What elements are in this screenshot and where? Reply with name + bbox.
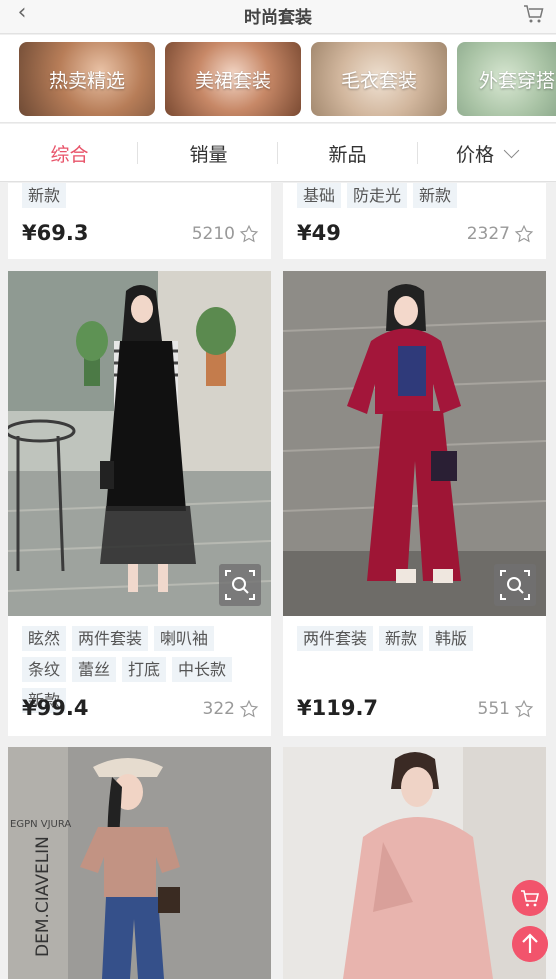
price: ¥119.7 — [297, 696, 379, 720]
page-title: 时尚套装 — [244, 8, 312, 28]
top-bar: ‹ 时尚套装 — [0, 0, 556, 34]
category-label: 热卖精选 — [48, 69, 125, 92]
product-card[interactable]: 基础 防走光 新款 ¥49 2327 — [283, 183, 546, 259]
zoom-search-icon[interactable] — [494, 564, 536, 606]
product-card[interactable]: 新款 ¥69.3 5210 — [8, 183, 271, 259]
tag: 防走光 — [347, 183, 408, 208]
scroll-to-top-button[interactable] — [512, 926, 548, 962]
star-icon[interactable] — [514, 699, 534, 719]
tag: 两件套装 — [297, 626, 374, 651]
product-image[interactable] — [283, 747, 546, 979]
price: ¥49 — [297, 221, 341, 245]
fav-count: 5210 — [192, 224, 259, 244]
tag: 打底 — [122, 657, 167, 682]
tag: 中长款 — [172, 657, 233, 682]
count-value: 2327 — [466, 224, 510, 244]
category-dress-set[interactable]: 美裙套装 — [165, 42, 301, 116]
cart-icon[interactable] — [522, 2, 546, 26]
product-image[interactable] — [8, 271, 271, 616]
tab-label: 新品 — [328, 143, 367, 166]
category-strip: 热卖精选 美裙套装 毛衣套装 外套穿搭 — [0, 35, 556, 123]
tag: 蕾丝 — [72, 657, 117, 682]
category-hot[interactable]: 热卖精选 — [19, 42, 155, 116]
zoom-search-icon[interactable] — [219, 564, 261, 606]
count-value: 551 — [477, 699, 510, 719]
tag: 条纹 — [22, 657, 67, 682]
category-sweater-set[interactable]: 毛衣套装 — [311, 42, 447, 116]
tag: 新款 — [22, 183, 67, 208]
star-icon[interactable] — [239, 699, 259, 719]
product-card[interactable] — [283, 747, 546, 979]
tab-sales[interactable]: 销量 — [139, 124, 278, 182]
count-value: 322 — [202, 699, 235, 719]
price: ¥99.4 — [22, 696, 89, 720]
fav-count: 551 — [478, 699, 534, 719]
tag: 眩然 — [22, 626, 67, 651]
category-label: 美裙套装 — [194, 69, 271, 92]
tab-label: 综合 — [50, 143, 89, 166]
divider — [137, 142, 138, 164]
tab-new[interactable]: 新品 — [278, 124, 417, 182]
product-card[interactable]: DEM.CIAVELIN EGPN VJURA — [8, 747, 271, 979]
tab-price[interactable]: 价格 — [417, 124, 556, 182]
product-card[interactable]: 两件套装 新款 韩版 ¥119.7 551 — [283, 271, 546, 736]
tag: 两件套装 — [72, 626, 149, 651]
tag-list: 基础 防走光 新款 — [297, 183, 536, 208]
sort-tabs: 综合 销量 新品 价格 — [0, 124, 556, 182]
floating-cart-button[interactable] — [512, 880, 548, 916]
category-coat[interactable]: 外套穿搭 — [457, 42, 556, 116]
tab-comprehensive[interactable]: 综合 — [0, 124, 139, 182]
wall-text-b: EGPN VJURA — [10, 819, 71, 830]
photo-jeans-outfit: DEM.CIAVELIN EGPN VJURA — [8, 747, 271, 979]
category-label: 外套穿搭 — [478, 69, 555, 92]
tab-label: 销量 — [189, 143, 228, 166]
tag: 新款 — [413, 183, 458, 208]
tab-label: 价格 — [455, 143, 494, 166]
product-card[interactable]: 眩然 两件套装 喇叭袖 条纹 蕾丝 打底 中长款 新款 ¥99.4 322 — [8, 271, 271, 736]
fav-count: 322 — [203, 699, 259, 719]
tag-list: 新款 — [22, 183, 261, 208]
photo-pink-jacket — [283, 747, 546, 979]
count-value: 5210 — [191, 224, 235, 244]
tag: 韩版 — [429, 626, 474, 651]
price: ¥69.3 — [22, 221, 89, 245]
wall-text-a: DEM.CIAVELIN — [33, 836, 53, 957]
star-icon[interactable] — [514, 224, 534, 244]
product-image[interactable] — [283, 271, 546, 616]
product-image[interactable]: DEM.CIAVELIN EGPN VJURA — [8, 747, 271, 979]
chevron-down-icon — [503, 142, 520, 158]
tag: 新款 — [379, 626, 424, 651]
category-label: 毛衣套装 — [340, 69, 417, 92]
fav-count: 2327 — [467, 224, 534, 244]
tag: 喇叭袖 — [154, 626, 215, 651]
star-icon[interactable] — [239, 224, 259, 244]
tag-list: 两件套装 新款 韩版 — [297, 626, 536, 651]
tag: 基础 — [297, 183, 342, 208]
